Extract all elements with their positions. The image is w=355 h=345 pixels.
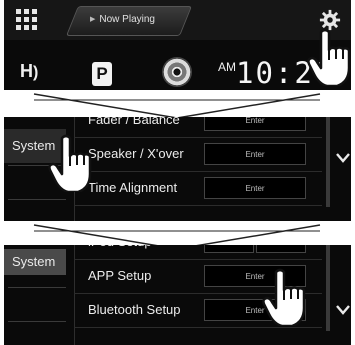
enter-button[interactable]: Enter: [204, 177, 306, 199]
sidebar-divider: [8, 287, 66, 288]
hd-radio-icon[interactable]: H): [20, 60, 46, 82]
menu-row-label: iPod Setup: [88, 245, 152, 259]
now-playing-label: Now Playing: [99, 14, 155, 25]
sidebar-divider: [8, 199, 66, 200]
usb-av-in-button[interactable]: USB+AV-IN: [256, 245, 306, 253]
hand-pointer-icon: [307, 28, 351, 86]
menu-row: iPod Setup USB 1 Wire USB+AV-IN: [74, 245, 322, 260]
hand-pointer-icon: [48, 134, 92, 192]
menu-row: Speaker / X'over Enter: [74, 137, 322, 172]
enter-button[interactable]: Enter: [204, 143, 306, 165]
parking-icon[interactable]: P: [92, 62, 112, 86]
menu-row-label: APP Setup: [88, 268, 152, 283]
home-screen-panel: ▶ Now Playing H) P AM 10:26: [4, 0, 351, 90]
clock-ampm: AM: [218, 60, 236, 74]
menu-row: Fader / Balance Enter: [74, 117, 322, 138]
menu-row-label: Time Alignment: [88, 180, 178, 195]
sidebar-item-system[interactable]: System: [4, 249, 66, 275]
enter-button[interactable]: Enter: [204, 117, 306, 131]
app-grid-button[interactable]: [16, 9, 38, 31]
menu-row-label: Bluetooth Setup: [88, 302, 181, 317]
play-icon: ▶: [90, 16, 96, 23]
menu-row-label: Speaker / X'over: [88, 146, 184, 161]
menu-row: Time Alignment Enter: [74, 171, 322, 206]
scrollbar[interactable]: [326, 245, 330, 331]
hand-pointer-icon: [262, 268, 306, 326]
usb-1-wire-button[interactable]: USB 1 Wire: [204, 245, 254, 253]
scrollbar[interactable]: [326, 117, 330, 207]
disc-icon[interactable]: [162, 57, 192, 87]
menu-row-label: Fader / Balance: [88, 117, 180, 127]
chevron-down-icon[interactable]: [336, 305, 350, 315]
chevron-down-icon[interactable]: [336, 153, 350, 163]
sidebar-divider: [8, 321, 66, 322]
